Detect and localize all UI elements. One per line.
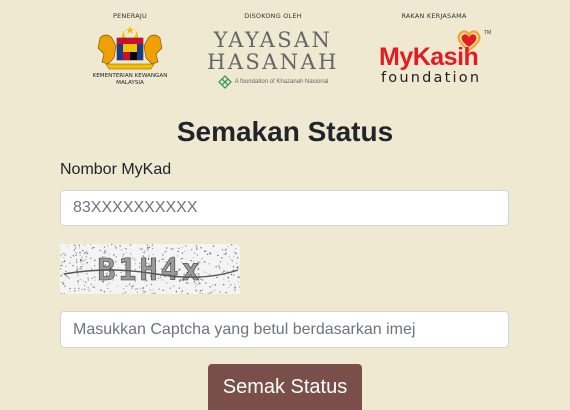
sponsor-heading-disokong: DISOKONG OLEH	[244, 12, 302, 20]
sponsor-disokong: DISOKONG OLEH YAYASAN HASANAH A foundati…	[200, 12, 346, 89]
yayasan-title-line1: YAYASAN	[213, 28, 333, 52]
sponsor-peneraju: PENERAJU KEMENTERIAN KEWANGAN MALAYSIA	[82, 12, 178, 87]
trademark-mark: TM	[484, 30, 492, 36]
ministry-name-line2: MALAYSIA	[116, 80, 144, 86]
yayasan-title-line2: HASANAH	[207, 50, 339, 74]
mykasih-foundation-text: foundation	[381, 70, 482, 86]
mykad-input[interactable]	[60, 190, 509, 226]
sponsor-rakan: RAKAN KERJASAMA TM MyKasih foundation	[362, 12, 506, 88]
captcha-image: B1H4x	[60, 244, 240, 294]
sponsor-heading-rakan: RAKAN KERJASAMA	[401, 12, 467, 20]
hasanah-knot-icon	[217, 75, 232, 89]
mykasih-logo: TM MyKasih foundation	[362, 30, 506, 88]
semak-status-button[interactable]: Semak Status	[208, 364, 362, 410]
captcha-input[interactable]	[60, 311, 509, 348]
mykad-label: Nombor MyKad	[60, 161, 172, 178]
ministry-name-line1: KEMENTERIAN KEWANGAN	[92, 73, 168, 79]
mykasih-brand: MyKasih	[379, 43, 479, 71]
yayasan-tagline: A foundation of Khazanah Nasional	[234, 79, 329, 85]
yayasan-hasanah-logo: YAYASAN HASANAH	[200, 29, 346, 73]
malaysia-coat-of-arms-icon	[97, 26, 163, 70]
yayasan-tagline-row: A foundation of Khazanah Nasional	[200, 75, 346, 89]
sponsor-heading-peneraju: PENERAJU	[113, 12, 147, 20]
ministry-name: KEMENTERIAN KEWANGAN MALAYSIA	[82, 73, 178, 87]
page-title: Semakan Status	[176, 116, 394, 147]
